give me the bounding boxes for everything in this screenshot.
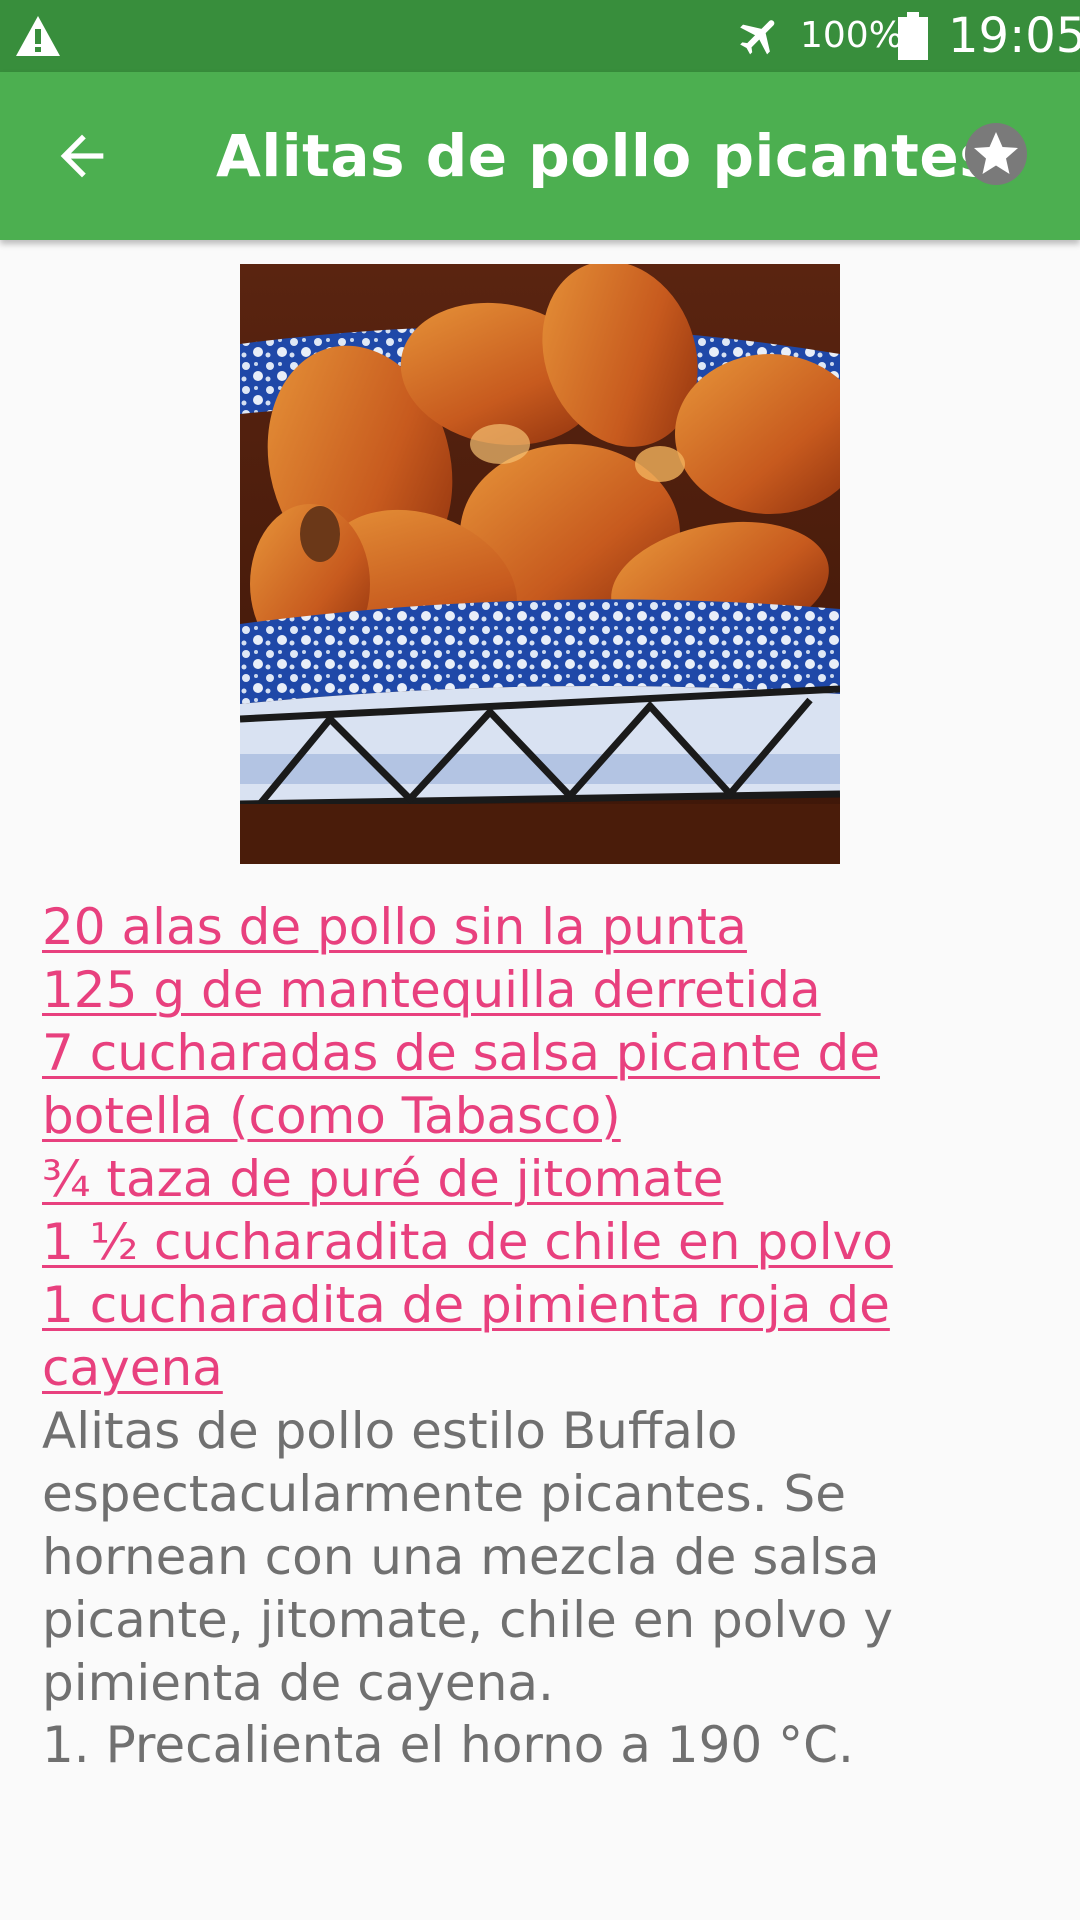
arrow-back-icon[interactable] xyxy=(50,124,114,188)
ingredient-link[interactable]: 1 cucharadita de pimienta roja de cayena xyxy=(42,1274,1052,1400)
battery-icon xyxy=(898,12,928,60)
ingredient-link[interactable]: 125 g de mantequilla derretida xyxy=(42,959,1052,1022)
ingredient-link[interactable]: 20 alas de pollo sin la punta xyxy=(42,896,1052,959)
ingredient-link[interactable]: 7 cucharadas de salsa picante de botella… xyxy=(42,1022,1052,1148)
ingredient-link[interactable]: ¾ taza de puré de jitomate xyxy=(42,1148,1052,1211)
battery-percent: 100% xyxy=(800,15,903,56)
status-clock: 19:05 xyxy=(948,8,1080,64)
recipe-step: 1. Precalienta el horno a 190 °C. xyxy=(42,1716,854,1774)
recipe-photo xyxy=(240,264,840,864)
app-toolbar: Alitas de pollo picantes xyxy=(0,72,1080,240)
recipe-description: Alitas de pollo estilo Buffalo espectacu… xyxy=(42,1402,893,1712)
ingredient-link[interactable]: 1 ½ cucharadita de chile en polvo xyxy=(42,1211,1052,1274)
status-bar: 100% 19:05 xyxy=(0,0,1080,72)
ingredient-list: 20 alas de pollo sin la punta 125 g de m… xyxy=(42,896,1052,1400)
star-icon[interactable] xyxy=(962,120,1030,188)
airplane-mode-icon xyxy=(740,20,775,55)
page-title: Alitas de pollo picantes xyxy=(216,122,995,190)
warning-icon xyxy=(16,16,60,56)
